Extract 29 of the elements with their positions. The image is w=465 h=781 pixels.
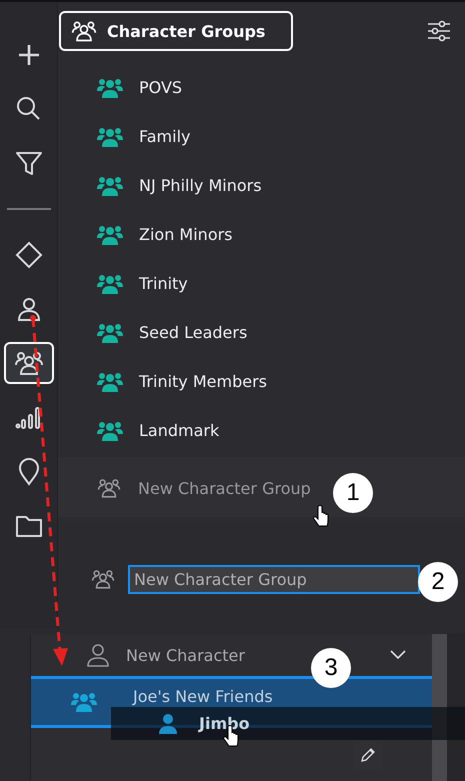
people-icon	[97, 420, 123, 440]
panel-title[interactable]: Character Groups	[59, 11, 293, 51]
name-field[interactable]: New Character Group	[128, 564, 420, 594]
group-item[interactable]: Seed Leaders	[58, 308, 465, 357]
people-icon	[96, 476, 122, 500]
people-icon	[97, 372, 123, 392]
hand-cursor-icon	[313, 505, 328, 526]
people-icon	[97, 224, 123, 244]
people-icon	[97, 78, 123, 98]
chevron-down-icon[interactable]	[390, 650, 406, 660]
group-item[interactable]: Trinity Members	[58, 357, 465, 406]
dragged-character[interactable]: Jimbo	[111, 707, 465, 740]
group-item[interactable]: Trinity	[58, 259, 465, 308]
person-icon	[87, 643, 109, 667]
people-icon	[97, 322, 123, 342]
people-icon	[97, 126, 123, 146]
people-icon[interactable]	[4, 342, 54, 384]
group-item[interactable]: Landmark	[58, 406, 465, 455]
settings-icon[interactable]	[427, 20, 451, 42]
people-icon	[97, 274, 123, 294]
group-item[interactable]: POVS	[58, 63, 465, 112]
group-item[interactable]: NJ Philly Minors	[58, 161, 465, 210]
group-item[interactable]: Family	[58, 112, 465, 161]
new-character-label[interactable]: New Character	[126, 646, 245, 664]
people-icon	[71, 692, 97, 712]
person-icon	[159, 714, 177, 734]
people-icon	[90, 567, 116, 591]
people-icon	[97, 176, 123, 196]
group-item[interactable]: Zion Minors	[58, 210, 465, 259]
